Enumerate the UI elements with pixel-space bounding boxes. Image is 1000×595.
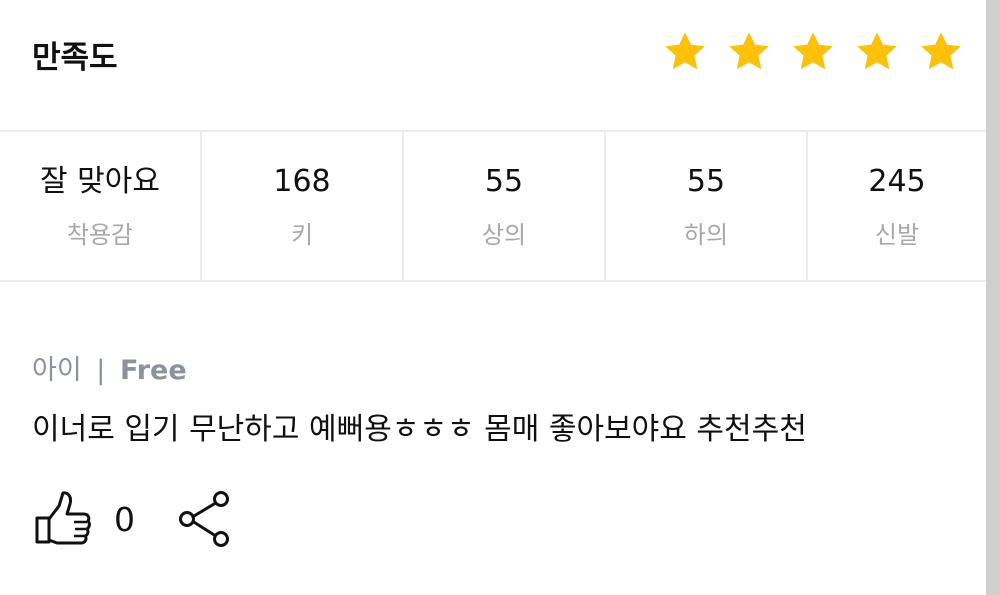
size-cell-shoes: 245 신발 [808, 132, 986, 280]
size-cell-top: 55 상의 [404, 132, 606, 280]
size-label: 상의 [481, 221, 527, 249]
size-value: 168 [273, 164, 331, 199]
size-value: 245 [868, 164, 926, 199]
size-cell-fit: 잘 맞아요 착용감 [0, 132, 202, 280]
star-icon [857, 32, 897, 70]
size-cell-height: 168 키 [202, 132, 404, 280]
thumbs-up-icon[interactable] [32, 488, 92, 550]
star-icon [665, 32, 705, 70]
size-cell-bottom: 55 하의 [606, 132, 808, 280]
size-info-table: 잘 맞아요 착용감 168 키 55 상의 55 하의 245 신발 [0, 130, 986, 282]
star-icon [729, 32, 769, 70]
star-icon [921, 32, 961, 70]
size-value: 55 [484, 164, 524, 199]
size-value: 잘 맞아요 [40, 164, 160, 199]
rating-row: 만족도 [0, 0, 986, 130]
size-value: 55 [686, 164, 726, 199]
share-icon[interactable] [175, 488, 235, 550]
rating-title: 만족도 [32, 40, 118, 76]
size-label: 하의 [683, 221, 729, 249]
size-label: 키 [290, 221, 314, 249]
star-rating [662, 29, 964, 75]
review-text: 이너로 입기 무난하고 예뻐용ㅎㅎㅎ 몸매 좋아보야요 추천추천 [32, 412, 807, 447]
scrollbar[interactable] [986, 0, 1000, 595]
review-author: 아이 [32, 355, 82, 386]
review-actions: 0 [32, 488, 235, 550]
review-size-tag: Free [119, 355, 187, 386]
review-author-line: 아이 | Free [32, 348, 187, 387]
like-button[interactable]: 0 [32, 488, 135, 550]
size-label: 착용감 [66, 221, 134, 249]
review-card: 만족도 잘 맞아요 착용감 168 키 55 상의 55 하의 245 신발 아… [0, 0, 1000, 595]
author-separator: | [96, 355, 106, 386]
star-icon [793, 32, 833, 70]
share-button[interactable] [175, 488, 235, 550]
size-label: 신발 [874, 221, 920, 249]
like-count: 0 [114, 499, 135, 539]
